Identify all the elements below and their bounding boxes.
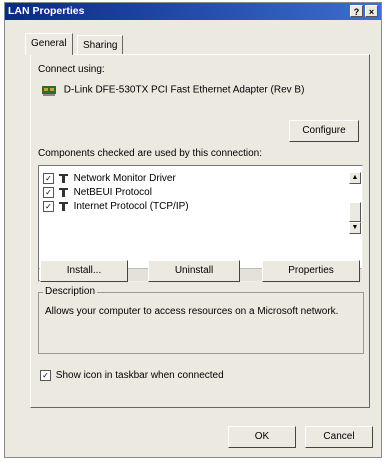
list-item[interactable]: ✓ Internet Protocol (TCP/IP) [43,200,189,214]
window-title: LAN Properties [8,5,85,17]
list-item[interactable]: ✓ Network Monitor Driver [43,172,176,186]
taskbar-option[interactable]: ✓ Show icon in taskbar when connected [40,370,224,381]
tab-general[interactable]: General [25,33,73,55]
question-mark-icon: ? [353,7,360,17]
network-component-icon [58,201,68,211]
description-title: Description [43,286,98,297]
cancel-button[interactable]: Cancel [305,426,373,448]
configure-button[interactable]: Configure [289,120,359,142]
component-checkbox[interactable]: ✓ [43,172,54,184]
list-item[interactable]: ✓ NetBEUI Protocol [43,186,152,200]
help-button[interactable]: ? [350,5,363,17]
description-group: Description Allows your computer to acce… [38,286,364,354]
component-checkbox[interactable]: ✓ [43,186,54,198]
components-label: Components checked are used by this conn… [38,148,263,159]
close-icon: × [368,7,375,17]
vertical-scroll-thumb[interactable] [349,202,361,222]
scroll-down-button[interactable]: ▼ [349,222,361,234]
connect-using-label: Connect using: [38,64,105,75]
component-label: Network Monitor Driver [73,173,176,184]
properties-button[interactable]: Properties [262,260,360,282]
network-component-icon [58,173,68,183]
component-label: Internet Protocol (TCP/IP) [73,201,189,212]
component-label: NetBEUI Protocol [73,187,152,198]
install-button[interactable]: Install... [40,260,128,282]
description-text: Allows your computer to access resources… [45,306,339,317]
close-button[interactable]: × [365,5,378,17]
title-bar[interactable]: LAN Properties ? × [5,3,381,20]
tab-sharing[interactable]: Sharing [77,35,124,55]
adapter-name: D-Link DFE-530TX PCI Fast Ethernet Adapt… [63,84,305,96]
component-checkbox[interactable]: ✓ [43,200,54,212]
ok-button[interactable]: OK [228,426,296,448]
network-component-icon [58,187,68,197]
show-icon-label: Show icon in taskbar when connected [55,370,224,382]
scroll-up-button[interactable]: ▲ [349,172,361,184]
uninstall-button[interactable]: Uninstall [148,260,240,282]
adapter-row: D-Link DFE-530TX PCI Fast Ethernet Adapt… [42,84,304,96]
network-adapter-icon [42,86,56,96]
show-icon-checkbox[interactable]: ✓ [40,370,51,381]
